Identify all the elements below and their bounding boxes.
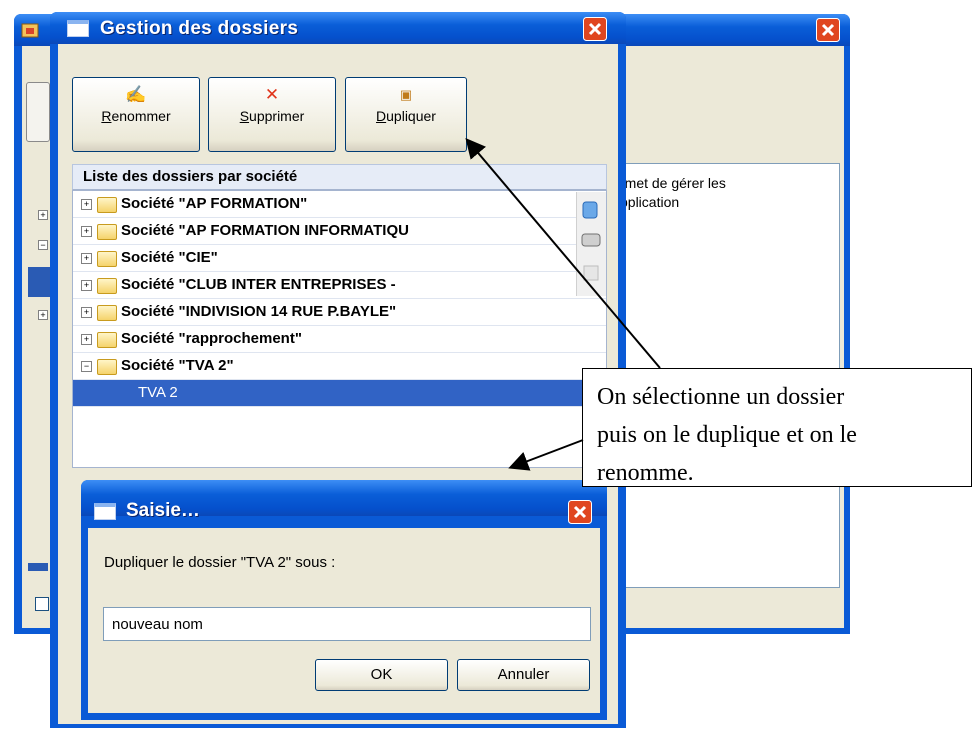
arrow-to-input (508, 439, 584, 471)
annotation-arrows (465, 137, 661, 471)
arrow-to-duplicate (465, 137, 661, 369)
